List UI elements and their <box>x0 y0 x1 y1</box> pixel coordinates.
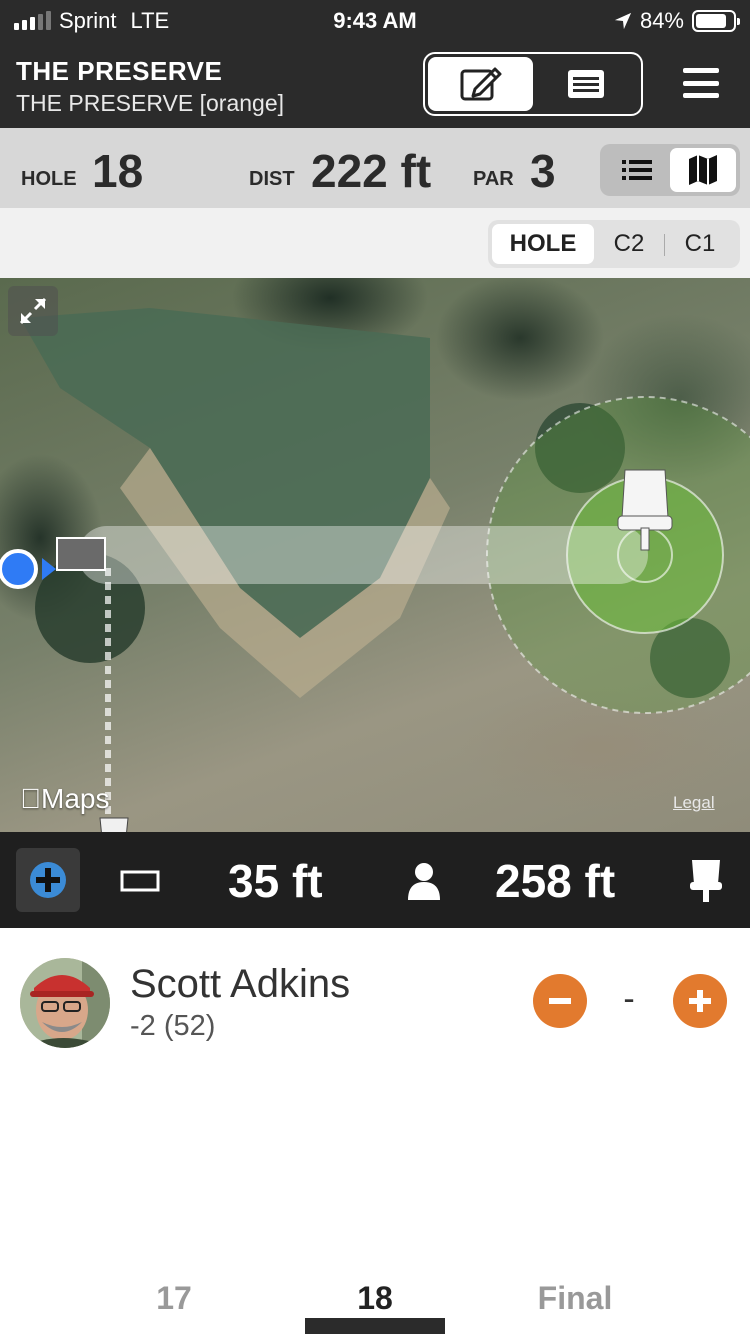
decrease-score-button[interactable] <box>533 974 587 1028</box>
edit-button[interactable] <box>428 57 533 111</box>
plus-icon <box>689 990 711 1012</box>
player-total-score: -2 (52) <box>130 1010 216 1042</box>
target-selector: HOLE C2 C1 <box>488 220 740 268</box>
minus-icon <box>549 998 571 1004</box>
par-label: PAR <box>473 168 514 190</box>
plus-circle-icon <box>30 862 66 898</box>
mode-c2[interactable]: C2 <box>594 224 664 264</box>
fairway-line <box>78 526 648 584</box>
hole-info-bar: HOLE 18 DIST 222 ft PAR 3 <box>0 128 750 208</box>
mode-c1[interactable]: C1 <box>664 224 736 264</box>
mode-divider <box>664 234 665 256</box>
scorecard-icon <box>567 70 604 98</box>
list-view-icon <box>622 160 652 180</box>
tee-pad <box>56 537 106 571</box>
add-throw-button[interactable] <box>16 848 80 912</box>
remaining-distance: 258 ft <box>495 855 616 907</box>
player-icon <box>408 863 440 900</box>
map-mode-row: HOLE C2 C1 <box>0 208 750 278</box>
active-tab-indicator <box>305 1318 445 1334</box>
distance-bar: 35 ft 258 ft <box>0 832 750 928</box>
tab-hole-17[interactable]: 17 <box>104 1280 244 1317</box>
map-view-button[interactable] <box>670 148 736 192</box>
status-right: 84% <box>614 8 740 34</box>
expand-icon <box>19 297 47 325</box>
hole-score: - <box>623 980 635 1018</box>
throw-distance: 35 ft <box>228 855 323 907</box>
mode-switch <box>423 52 643 116</box>
course-title: THE PRESERVE <box>16 56 223 86</box>
map-view-icon <box>689 155 717 185</box>
mode-hole[interactable]: HOLE <box>492 224 594 264</box>
tab-final[interactable]: Final <box>505 1280 645 1317</box>
list-view-button[interactable] <box>604 148 670 192</box>
edit-icon <box>460 67 501 101</box>
basket-icon <box>690 860 722 902</box>
hole-distance: 222 ft <box>311 145 432 197</box>
avatar <box>20 958 110 1048</box>
tab-hole-18[interactable]: 18 <box>305 1280 445 1317</box>
course-layout: THE PRESERVE [orange] <box>16 90 285 116</box>
legal-link[interactable]: Legal <box>673 793 715 813</box>
location-arrow-icon <box>614 12 632 30</box>
mode-c1-label: C1 <box>684 230 716 257</box>
map-overlay <box>0 308 750 832</box>
dist-label: DIST <box>249 168 295 190</box>
apple-logo-icon:  <box>20 783 41 814</box>
increase-score-button[interactable] <box>673 974 727 1028</box>
battery-percent: 84% <box>639 8 684 33</box>
hole-map[interactable]: Maps Legal <box>0 278 750 832</box>
par-value: 3 <box>530 145 556 197</box>
view-toggle <box>600 144 740 196</box>
previous-target-icon <box>99 817 129 832</box>
hole-number: 18 <box>92 145 144 197</box>
battery-icon <box>692 10 740 32</box>
scorecard-button[interactable] <box>533 57 638 111</box>
maps-attribution: Maps <box>20 783 109 815</box>
status-bar: Sprint LTE 9:43 AM 84% <box>0 0 750 42</box>
maps-label: Maps <box>20 783 109 814</box>
app-header: THE PRESERVE THE PRESERVE [orange] <box>0 42 750 128</box>
expand-map-button[interactable] <box>8 286 58 336</box>
hole-label: HOLE <box>21 168 77 190</box>
menu-icon[interactable] <box>683 68 719 98</box>
player-name: Scott Adkins <box>130 962 351 1006</box>
current-location <box>0 549 38 589</box>
tee-pad-icon <box>120 870 160 892</box>
